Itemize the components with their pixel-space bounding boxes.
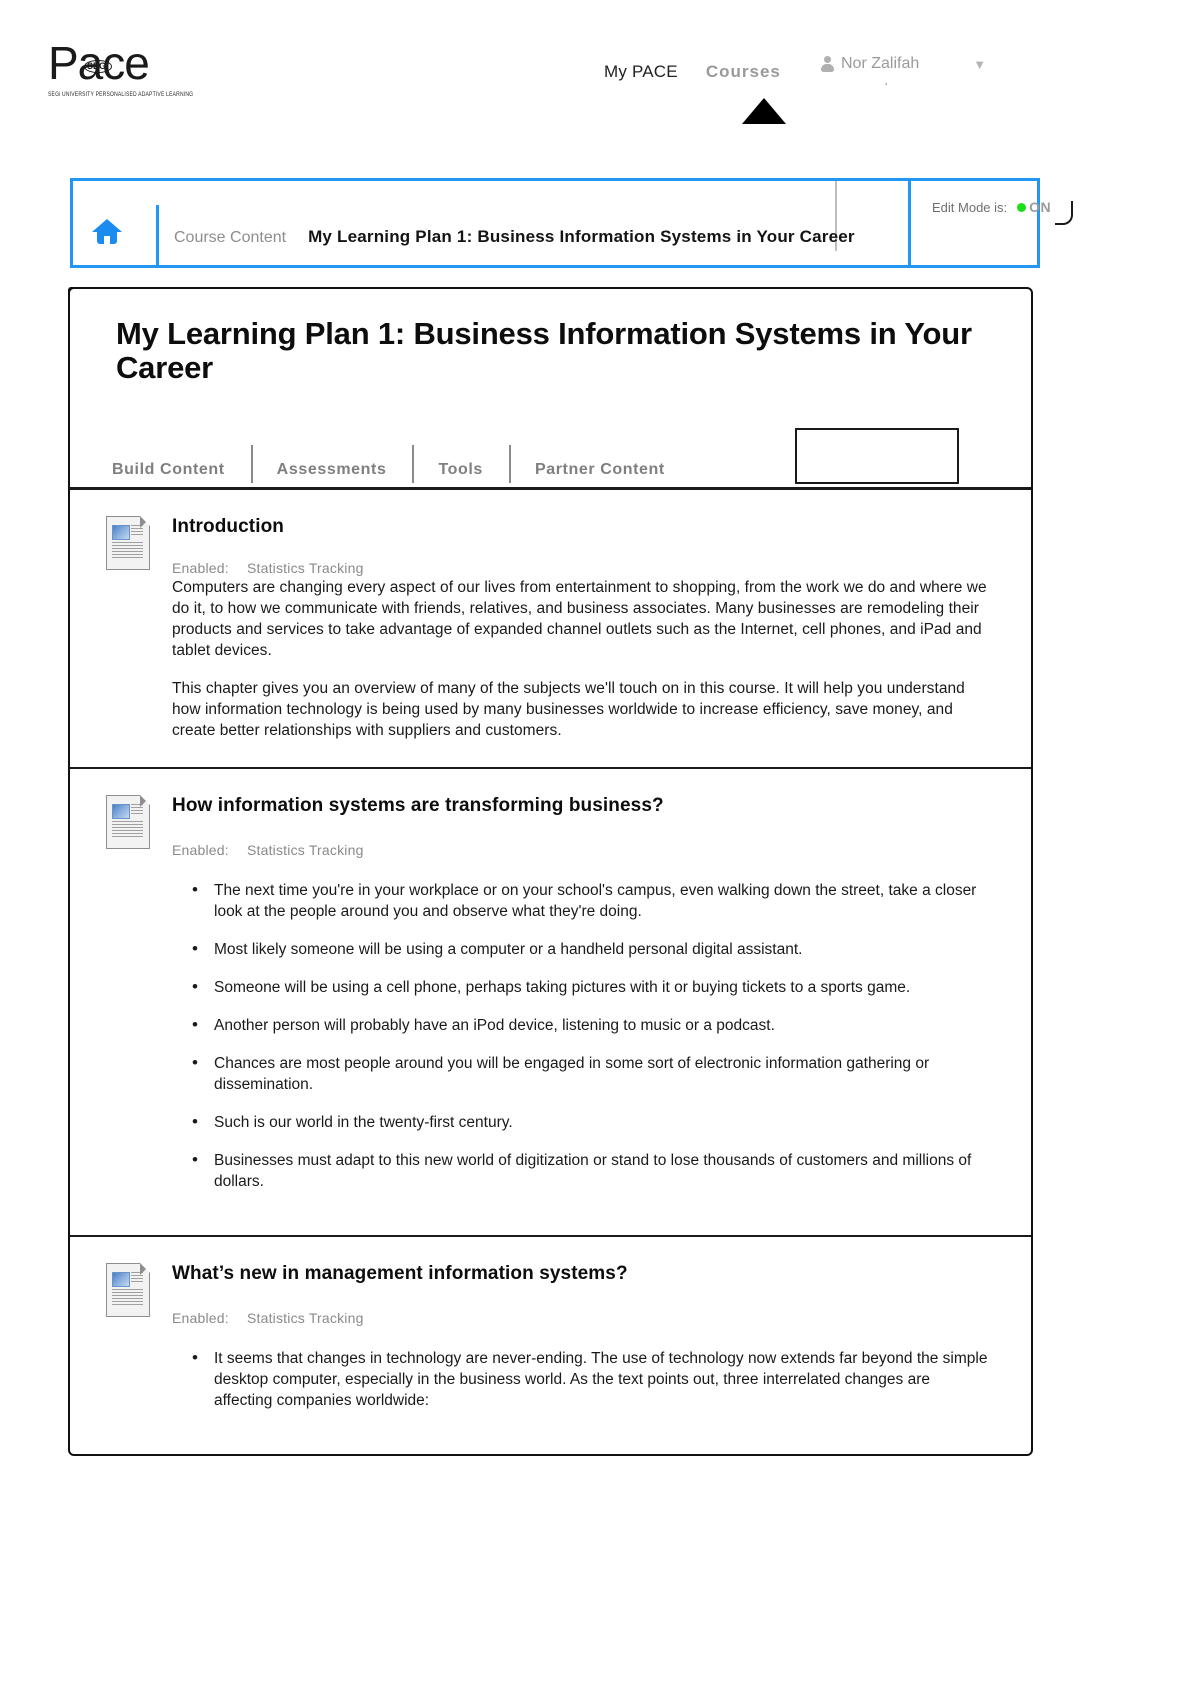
content-item-body: What’s new in management information sys…	[172, 1259, 991, 1428]
list-item: Such is our world in the twenty-first ce…	[192, 1111, 991, 1133]
edit-mode-control[interactable]: Edit Mode is: ON	[932, 199, 1074, 225]
nav-item-my-pace[interactable]: My PACE	[590, 62, 692, 82]
document-item-icon	[106, 516, 152, 570]
document-icon-thumbnail	[112, 804, 130, 819]
edit-mode-toggle-swoosh-icon	[1055, 201, 1074, 225]
active-tab-arrow-icon	[742, 98, 786, 124]
breadcrumb: Course Content My Learning Plan 1: Busin…	[174, 227, 855, 247]
list-item: It seems that changes in technology are …	[192, 1347, 991, 1411]
document-icon-lines-bottom	[112, 821, 143, 839]
content-item-meta-key: Enabled:	[172, 1310, 229, 1326]
home-icon-door	[104, 236, 110, 244]
content-item[interactable]: Introduction Enabled: Statistics Trackin…	[70, 490, 1031, 769]
document-icon-lines-bottom	[112, 1289, 143, 1307]
edit-mode-toggle[interactable]: ON	[1017, 199, 1074, 225]
list-item: Businesses must adapt to this new world …	[192, 1149, 991, 1192]
action-build-content[interactable]: Build Content	[86, 461, 251, 487]
content-item-title[interactable]: What’s new in management information sys…	[172, 1263, 991, 1285]
document-icon-thumbnail	[112, 1272, 130, 1287]
home-icon[interactable]	[92, 219, 122, 245]
content-item-body: Introduction Enabled: Statistics Trackin…	[172, 512, 991, 741]
user-menu[interactable]: Nor Zalifah ▼ ‘	[820, 55, 986, 93]
content-item-paragraph: Computers are changing every aspect of o…	[172, 579, 987, 659]
edit-mode-region: Edit Mode is: ON	[908, 181, 1074, 271]
pace-logo[interactable]: Pace SEGi SEGi UNIVERSITY PERSONALISED A…	[48, 37, 194, 108]
document-icon-fold-white	[140, 1263, 152, 1275]
edit-mode-state-label: ON	[1029, 199, 1052, 215]
document-icon-lines-bottom	[112, 542, 143, 560]
logo-subtitle: SEGi UNIVERSITY PERSONALISED ADAPTIVE LE…	[48, 91, 194, 99]
top-navigation: My PACE Courses	[590, 62, 795, 124]
nav-item-courses[interactable]: Courses	[692, 62, 795, 82]
list-item: The next time you're in your workplace o…	[192, 879, 991, 922]
content-item[interactable]: How information systems are transforming…	[70, 769, 1031, 1237]
action-bar: Build Content Assessments Tools Partner …	[70, 428, 1031, 490]
logo-segi-badge: SEGi	[84, 60, 112, 73]
list-item: Chances are most people around you will …	[192, 1052, 991, 1095]
content-item-meta: Enabled: Statistics Tracking	[172, 842, 991, 858]
logo-wordmark: Pace	[48, 37, 150, 89]
document-item-icon	[106, 1263, 152, 1317]
global-header: Pace SEGi SEGi UNIVERSITY PERSONALISED A…	[0, 0, 1200, 150]
content-item-meta-value: Statistics Tracking	[246, 842, 364, 858]
action-tools[interactable]: Tools	[412, 445, 508, 487]
content-item-title[interactable]: How information systems are transforming…	[172, 795, 991, 817]
document-icon-fold-white	[140, 795, 152, 807]
user-avatar-icon	[820, 55, 835, 73]
content-item-paragraph: This chapter gives you an overview of ma…	[172, 680, 965, 739]
user-menu-tick-icon: ‘	[885, 81, 888, 93]
action-partner-content[interactable]: Partner Content	[508, 445, 691, 487]
content-item-bullet-list: It seems that changes in technology are …	[172, 1347, 991, 1411]
list-item: Most likely someone will be using a comp…	[192, 938, 991, 960]
content-item-body: How information systems are transforming…	[172, 791, 991, 1209]
chevron-down-icon[interactable]: ▼	[973, 57, 986, 72]
action-assessments[interactable]: Assessments	[250, 445, 413, 487]
action-extra-button[interactable]	[795, 428, 959, 484]
content-item-meta: Enabled: Statistics Tracking	[172, 560, 991, 576]
user-name-label: Nor Zalifah	[841, 55, 920, 72]
breadcrumb-item-course-content[interactable]: Course Content	[174, 229, 286, 247]
page-title: My Learning Plan 1: Business Information…	[116, 316, 972, 385]
content-item-meta-value: Statistics Tracking	[246, 1310, 364, 1326]
edit-mode-label: Edit Mode is:	[932, 199, 1008, 215]
list-item: Someone will be using a cell phone, perh…	[192, 976, 991, 998]
content-item[interactable]: What’s new in management information sys…	[70, 1237, 1031, 1454]
document-icon-thumbnail	[112, 525, 130, 540]
content-item-meta-value: Statistics Tracking	[246, 560, 364, 576]
breadcrumb-divider-1	[156, 205, 159, 265]
document-icon-fold-white	[140, 516, 152, 528]
breadcrumb-bar: Course Content My Learning Plan 1: Busin…	[70, 178, 1074, 271]
document-item-icon	[106, 795, 152, 849]
content-item-meta-key: Enabled:	[172, 560, 229, 576]
content-item-meta: Enabled: Statistics Tracking	[172, 1310, 991, 1326]
content-item-bullet-list: The next time you're in your workplace o…	[172, 879, 991, 1192]
content-item-meta-key: Enabled:	[172, 842, 229, 858]
content-item-title[interactable]: Introduction	[172, 516, 991, 538]
list-item: Another person will probably have an iPo…	[192, 1014, 991, 1036]
breadcrumb-left-rule	[70, 181, 73, 265]
course-content-panel: My Learning Plan 1: Business Information…	[68, 287, 1033, 1456]
breadcrumb-item-current: My Learning Plan 1: Business Information…	[308, 227, 855, 246]
edit-mode-status-dot-icon	[1017, 202, 1027, 212]
